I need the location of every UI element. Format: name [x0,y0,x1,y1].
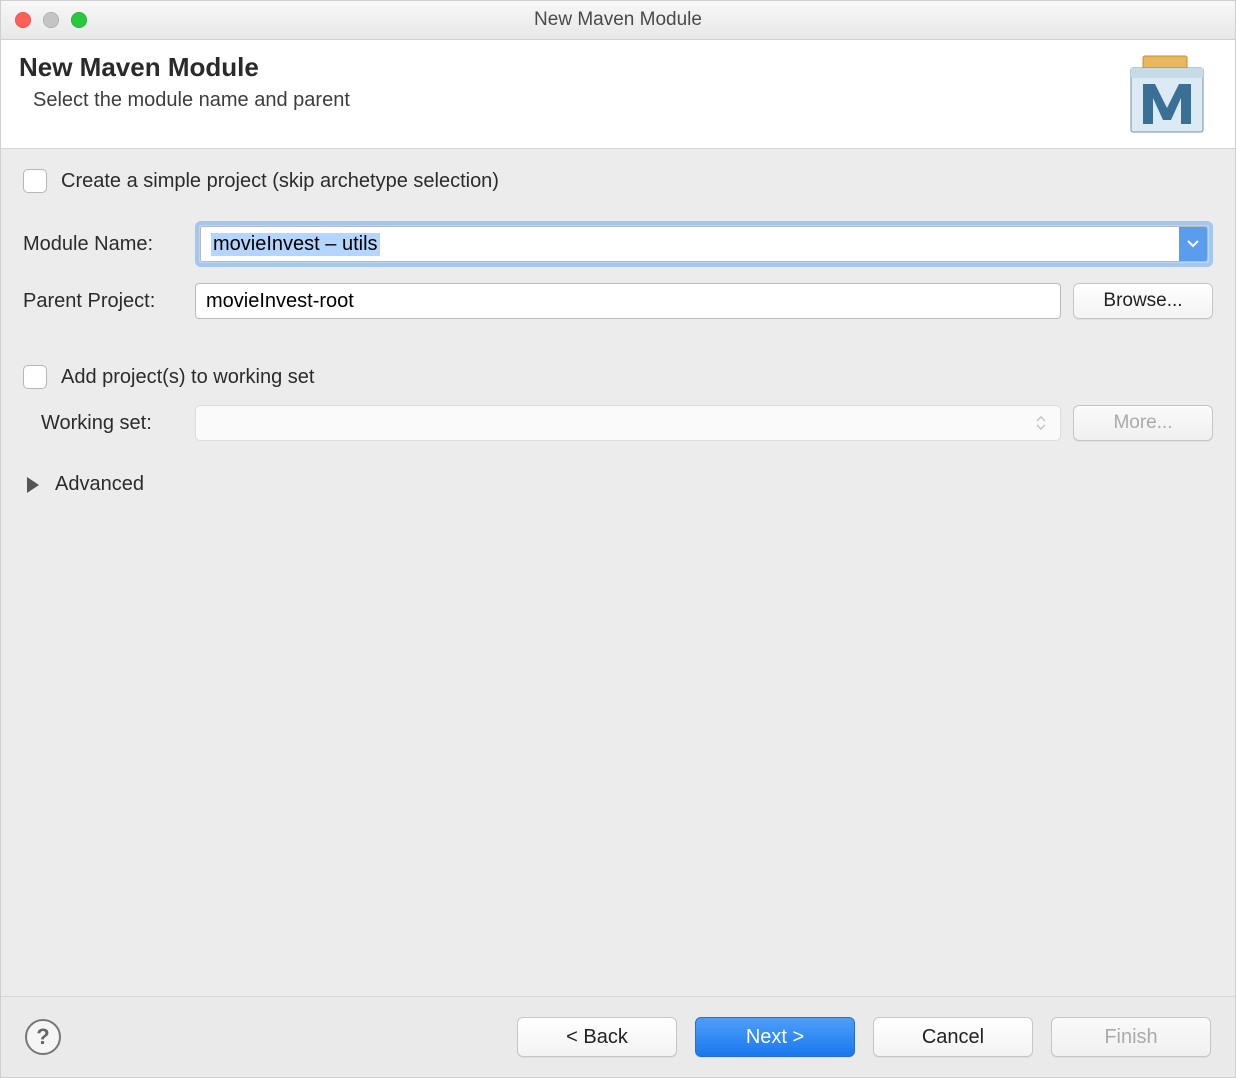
add-working-set-label[interactable]: Add project(s) to working set [61,366,314,389]
minimize-window-button[interactable] [43,12,59,28]
maven-module-icon [1123,54,1211,134]
dialog-window: New Maven Module New Maven Module Select… [0,0,1236,1078]
wizard-content: Create a simple project (skip archetype … [1,149,1235,996]
titlebar: New Maven Module [1,1,1235,40]
working-set-combo [195,405,1061,441]
add-working-set-checkbox[interactable] [23,365,47,389]
parent-project-row: Parent Project: Browse... [23,283,1213,319]
advanced-disclosure[interactable]: Advanced [23,473,1213,496]
wizard-header: New Maven Module Select the module name … [1,40,1235,149]
module-name-row: Module Name: movieInvest – utils [23,221,1213,267]
module-name-combo-focus: movieInvest – utils [195,221,1213,267]
help-icon[interactable]: ? [25,1019,61,1055]
cancel-button[interactable]: Cancel [873,1017,1033,1057]
maximize-window-button[interactable] [71,12,87,28]
disclosure-triangle-icon [27,477,39,493]
simple-project-label[interactable]: Create a simple project (skip archetype … [61,170,499,193]
close-window-button[interactable] [15,12,31,28]
chevron-down-icon[interactable] [1179,227,1207,261]
stepper-icon [1036,412,1052,434]
browse-button[interactable]: Browse... [1073,283,1213,319]
parent-project-label: Parent Project: [23,290,183,313]
simple-project-checkbox[interactable] [23,169,47,193]
finish-button: Finish [1051,1017,1211,1057]
back-button[interactable]: < Back [517,1017,677,1057]
module-name-value: movieInvest – utils [211,233,380,256]
module-name-label: Module Name: [23,233,183,256]
module-name-input[interactable]: movieInvest – utils [201,227,1179,261]
module-name-combo[interactable]: movieInvest – utils [200,226,1208,262]
working-set-row: Working set: More... [23,405,1213,441]
advanced-label: Advanced [55,473,144,496]
more-button: More... [1073,405,1213,441]
working-set-check-row: Add project(s) to working set [23,365,1213,389]
wizard-footer: ? < Back Next > Cancel Finish [1,996,1235,1077]
window-controls [1,12,87,28]
simple-project-row: Create a simple project (skip archetype … [23,169,1213,193]
page-subtitle: Select the module name and parent [33,89,350,112]
window-title: New Maven Module [1,9,1235,31]
next-button[interactable]: Next > [695,1017,855,1057]
page-title: New Maven Module [19,52,350,83]
working-set-label: Working set: [23,412,183,435]
parent-project-input[interactable] [195,283,1061,319]
